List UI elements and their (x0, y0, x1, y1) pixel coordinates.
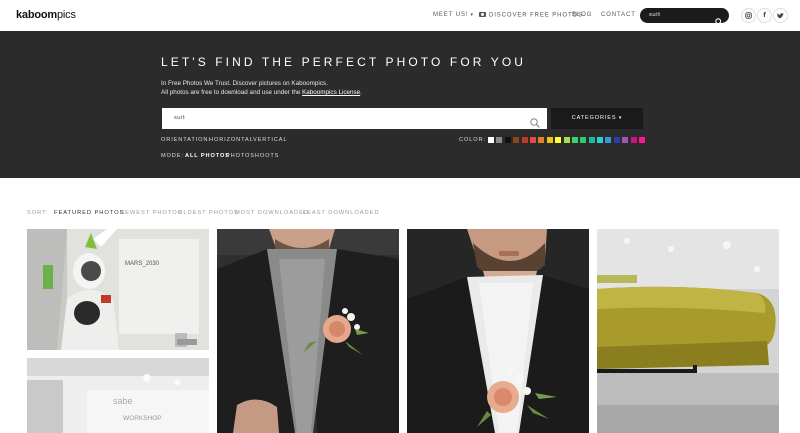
color-swatch[interactable] (622, 137, 629, 143)
camera-icon (479, 12, 486, 17)
site-logo[interactable]: kaboompics (16, 9, 76, 21)
main-search-input[interactable]: suit (162, 108, 547, 129)
nav-blog[interactable]: BLOG (572, 12, 592, 18)
color-swatch[interactable] (529, 137, 536, 143)
categories-button[interactable]: CATEGORIES ▾ (551, 108, 643, 129)
workshop-sign-b: WORKSHOP (123, 415, 162, 422)
mode-all-photos[interactable]: ALL PHOTOS (185, 153, 230, 159)
main-search-value: suit (174, 115, 186, 121)
color-swatch[interactable] (630, 137, 637, 143)
orientation-horizontal[interactable]: HORIZONTAL (209, 137, 254, 143)
search-icon[interactable] (530, 113, 540, 132)
exhibit-sign-text: MARS_2030 (125, 261, 160, 267)
color-swatch[interactable] (580, 137, 587, 143)
color-swatch[interactable] (588, 137, 595, 143)
color-swatch[interactable] (555, 137, 562, 143)
nav-contact-label: CONTACT (601, 12, 636, 18)
top-navbar: kaboompics MEET US! ▾ DISCOVER FREE PHOTO… (0, 0, 800, 31)
color-swatch[interactable] (504, 137, 511, 143)
hero-search-panel: LET'S FIND THE PERFECT PHOTO FOR YOU In … (0, 31, 800, 178)
color-swatch[interactable] (521, 137, 528, 143)
hero-license-line: All photos are free to download and use … (161, 89, 362, 96)
categories-label: CATEGORIES (571, 115, 617, 121)
color-swatches (488, 137, 647, 143)
nav-discover-label: DISCOVER FREE PHOTOS (489, 12, 583, 19)
sort-newest[interactable]: NEWEST PHOTOS (120, 210, 182, 216)
color-swatch[interactable] (605, 137, 612, 143)
mode-photoshoots[interactable]: PHOTOSHOOTS (226, 153, 279, 159)
facebook-icon[interactable]: f (757, 8, 772, 23)
header-search-value: suit (649, 12, 661, 18)
sort-oldest[interactable]: OLDEST PHOTOS (178, 210, 239, 216)
sort-least-downloaded[interactable]: LEAST DOWNLOADED (303, 210, 379, 216)
photo-suit-boutonniere-2[interactable] (407, 229, 589, 433)
hero-tagline: In Free Photos We Trust. Discover pictur… (161, 80, 328, 87)
nav-meet-us[interactable]: MEET US! ▾ (433, 12, 474, 18)
photo-olive-bench[interactable] (597, 229, 779, 433)
chevron-down-icon: ▾ (618, 115, 623, 121)
color-swatch[interactable] (613, 137, 620, 143)
logo-text-thin: pics (56, 9, 76, 21)
nav-discover-free-photos[interactable]: DISCOVER FREE PHOTOS (479, 12, 583, 19)
color-swatch[interactable] (496, 137, 503, 143)
license-line-suffix: . (360, 89, 362, 96)
color-swatch[interactable] (571, 137, 578, 143)
color-swatch[interactable] (563, 137, 570, 143)
workshop-sign-a: sabe (113, 396, 133, 406)
header-search-input[interactable]: suit (640, 8, 729, 26)
sort-label: SORT: (27, 210, 49, 216)
photo-workshop[interactable]: sabe WORKSHOP (27, 358, 209, 433)
orientation-vertical[interactable]: VERTICAL (253, 137, 287, 143)
color-label: COLOR: (459, 137, 486, 143)
hero-title: LET'S FIND THE PERFECT PHOTO FOR YOU (161, 55, 527, 69)
photo-suit-boutonniere-1[interactable] (217, 229, 399, 433)
color-swatch[interactable] (538, 137, 545, 143)
color-swatch[interactable] (597, 137, 604, 143)
color-swatch[interactable] (546, 137, 553, 143)
nav-blog-label: BLOG (572, 12, 593, 18)
license-link[interactable]: Kaboompics License (302, 89, 360, 96)
sort-most-downloaded[interactable]: MOST DOWNLOADED (235, 210, 309, 216)
mode-label: MODE: (161, 153, 184, 159)
license-line-prefix: All photos are free to download and use … (161, 89, 301, 96)
photo-astronaut[interactable]: MARS_2030 (27, 229, 209, 350)
orientation-label: ORIENTATION: (161, 137, 211, 143)
color-swatch[interactable] (513, 137, 520, 143)
sort-featured[interactable]: FEATURED PHOTOS (54, 210, 124, 216)
search-icon[interactable] (715, 11, 723, 30)
logo-text-bold: kaboom (16, 9, 57, 21)
twitter-icon[interactable] (773, 8, 788, 23)
nav-contact[interactable]: CONTACT (601, 12, 636, 18)
chevron-down-icon: ▾ (470, 12, 474, 18)
nav-meet-us-label: MEET US! (433, 12, 469, 18)
instagram-icon[interactable] (741, 8, 756, 23)
color-swatch[interactable] (639, 137, 646, 143)
color-swatch[interactable] (488, 137, 494, 143)
